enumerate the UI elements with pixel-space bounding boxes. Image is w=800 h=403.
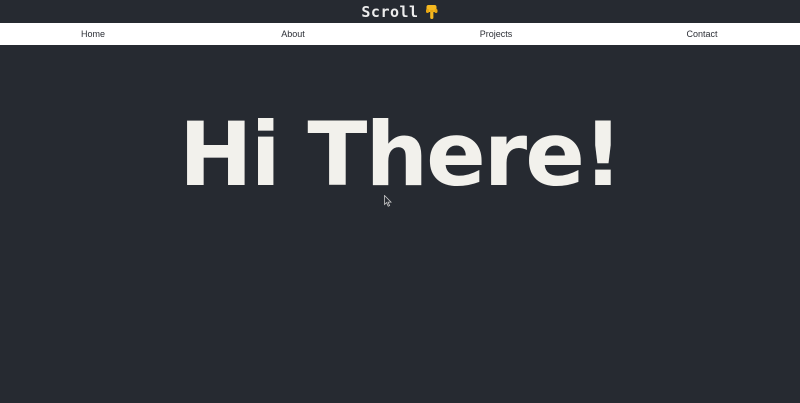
mouse-cursor-icon <box>384 194 392 207</box>
top-header: Scroll <box>0 0 800 23</box>
nav-item-projects[interactable]: Projects <box>480 23 513 45</box>
hero-heading: Hi There! <box>178 103 623 206</box>
scroll-label: Scroll <box>361 2 419 21</box>
nav-item-contact[interactable]: Contact <box>686 23 717 45</box>
nav-item-home[interactable]: Home <box>81 23 105 45</box>
pointing-down-hand-icon <box>425 4 439 20</box>
nav-item-about[interactable]: About <box>281 23 305 45</box>
nav-bar: Home About Projects Contact <box>0 23 800 45</box>
scroll-hint[interactable]: Scroll <box>361 3 438 21</box>
